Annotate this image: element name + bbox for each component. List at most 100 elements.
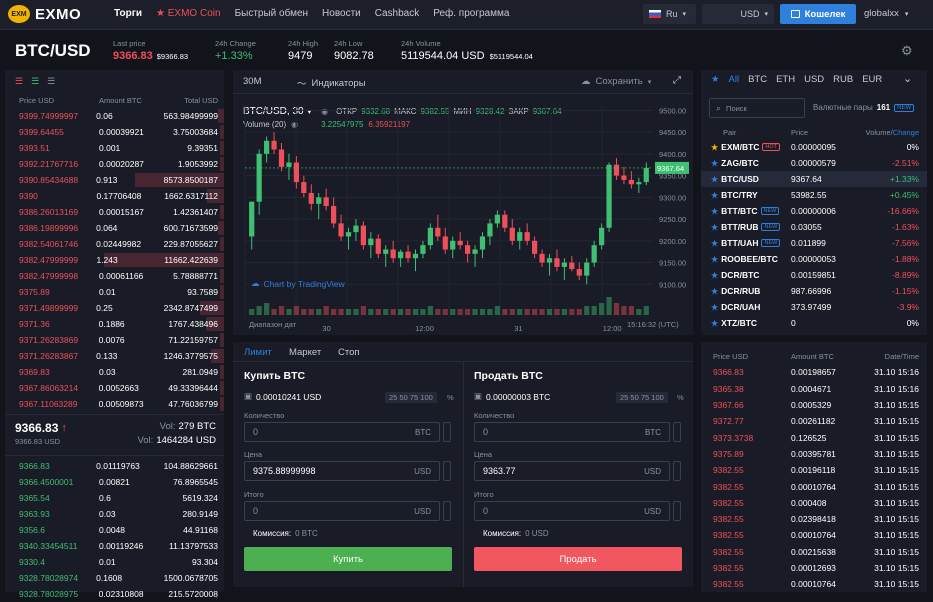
lang-select[interactable]: Ru ▾ [643,4,696,24]
sell-button[interactable]: Продать [474,547,682,571]
ask-row[interactable]: 9390.85434688 0.913 8573.8500187 [5,172,224,188]
pair-row[interactable]: ★ DCR/BTC 0.00159851 -8.89% [701,267,927,283]
user-menu[interactable]: globalxx ▾ [864,8,908,19]
orderbook-buy-icon[interactable]: ☰ [47,76,55,87]
ask-row[interactable]: 9382.54061746 0.02449982 229.87055627 [5,236,224,252]
nav-quick-exchange[interactable]: Быстрый обмен [235,8,308,19]
tab-market[interactable]: Маркет [289,347,321,358]
favorite-star-icon[interactable]: ★ [711,223,718,232]
pair-row[interactable]: ★ ZAG/BTC 0.00000579 -2.51% [701,155,927,171]
logo[interactable]: EXM EXMO [8,5,81,23]
favorite-star-icon[interactable]: ★ [711,303,718,312]
nav-referral[interactable]: Реф. программа [433,8,509,19]
bid-row[interactable]: 9340.33454511 0.00119246 11.13797533 [5,538,224,554]
tab-stop[interactable]: Стоп [338,347,360,358]
favorite-star-icon[interactable]: ★ [711,175,718,184]
ask-row[interactable]: 9367.86063214 0.0052663 49.33396444 [5,380,224,396]
tradingview-attribution[interactable]: ☁ Chart by TradingView [251,278,345,289]
bid-row[interactable]: 9366.4500001 0.00821 76.8965545 [5,474,224,490]
nav-cashback[interactable]: Cashback [375,8,419,19]
favorite-star-icon[interactable]: ★ [711,239,718,248]
ask-row[interactable]: 9386.19899996 0.064 600.71673599 [5,220,224,236]
ask-row[interactable]: 9369.83 0.03 281.0949 [5,364,224,380]
sell-price-input[interactable]: 9363.77 USD [474,461,670,481]
hot-star-icon[interactable]: ★ [711,143,718,152]
col-change[interactable]: Change [893,128,919,137]
buy-price-stepper[interactable] [443,461,451,481]
sell-total-input[interactable]: 0 USD [474,501,670,521]
ask-row[interactable]: 9367.11063289 0.00509873 47.76036799 [5,396,224,412]
buy-qty-stepper[interactable] [443,422,451,442]
favorite-star-icon[interactable]: ★ [711,271,718,280]
ask-row[interactable]: 9375.89 0.01 93.7589 [5,284,224,300]
bid-row[interactable]: 9330.4 0.01 93.304 [5,554,224,570]
fullscreen-icon[interactable]: ⤢ [673,75,681,86]
favorite-star-icon[interactable]: ★ [711,159,718,168]
sell-percent-buttons[interactable]: 25 50 75 100 [616,392,668,403]
indicators-button[interactable]: 〜 Индикаторы [297,76,366,91]
save-button[interactable]: ☁ Сохранить ▾ [581,76,651,87]
tab-all[interactable]: All [729,74,740,85]
buy-total-input[interactable]: 0 USD [244,501,440,521]
candlestick-chart[interactable]: 9500.009450.009400.009350.009300.009250.… [239,98,689,333]
nav-news[interactable]: Новости [322,8,361,19]
pair-row[interactable]: ★ BTC/TRY 53982.55 +0.45% [701,187,927,203]
pair-row[interactable]: ★ BTC/USD 9367.64 +1.33% [701,171,927,187]
favorite-star-icon[interactable]: ★ [711,191,718,200]
bid-row[interactable]: 9366.83 0.01119763 104.88629661 [5,458,224,474]
sell-price-stepper[interactable] [673,461,681,481]
ask-row[interactable]: 9371.26283869 0.0076 71.22159757 [5,332,224,348]
chevron-down-icon[interactable]: ⌄ [903,72,912,85]
favorite-star-icon[interactable]: ★ [711,255,718,264]
pair-row[interactable]: ★ BTT/UAH NEW 0.011899 -7.56% [701,235,927,251]
ask-row[interactable]: 9371.36 0.1886 1767.438496 [5,316,224,332]
buy-percent-buttons[interactable]: 25 50 75 100 [385,392,437,403]
ask-row[interactable]: 9382.47999998 0.00061166 5.78888771 [5,268,224,284]
sell-qty-input[interactable]: 0 BTC [474,422,670,442]
tab-btc[interactable]: BTC [748,74,767,85]
buy-price-input[interactable]: 9375.88999998 USD [244,461,440,481]
favorite-star-icon[interactable]: ★ [711,319,718,328]
pairs-search[interactable]: ⌕ Поиск [709,98,805,118]
ask-row[interactable]: 9382.47999999 1.243 11662.422639 [5,252,224,268]
pair-row[interactable]: ★ DCR/RUB 987.66996 -1.15% [701,283,927,299]
pair-row[interactable]: ★ DCR/UAH 373.97499 -3.9% [701,299,927,315]
ask-row[interactable]: 9371.49899999 0.25 2342.8747499 [5,300,224,316]
sell-qty-stepper[interactable] [673,422,681,442]
ask-row[interactable]: 9393.51 0.001 9.39351 [5,140,224,156]
date-range-label[interactable]: Диапазон дат [249,320,296,329]
favorites-star-icon[interactable]: ★ [711,74,720,85]
bid-row[interactable]: 9356.6 0.0048 44.91168 [5,522,224,538]
pair-row[interactable]: ★ ROOBEE/BTC 0.00000053 -1.88% [701,251,927,267]
orderbook-sell-icon[interactable]: ☰ [31,76,39,87]
settings-gear-icon[interactable]: ⚙ [901,43,913,59]
buy-button[interactable]: Купить [244,547,452,571]
tab-usd[interactable]: USD [804,74,824,85]
nav-exmo-coin[interactable]: ★ EXMO Coin [156,8,221,19]
ask-row[interactable]: 9399.74999997 0.06 563.98499999 [5,108,224,124]
tab-eur[interactable]: EUR [862,74,882,85]
new-badge[interactable]: NEW [894,103,915,112]
wallet-button[interactable]: Кошелек [780,4,856,24]
pair-row[interactable]: ★ BTT/BTC NEW 0.00000006 -16.66% [701,203,927,219]
tab-rub[interactable]: RUB [833,74,853,85]
ask-row[interactable]: 9399.64455 0.00039921 3.75003684 [5,124,224,140]
bid-row[interactable]: 9363.93 0.03 280.9149 [5,506,224,522]
pair-row[interactable]: ★ EXM/BTC HOT 0.00000095 0% [701,139,927,155]
favorite-star-icon[interactable]: ★ [711,287,718,296]
tab-limit[interactable]: Лимит [244,347,272,358]
buy-qty-input[interactable]: 0 BTC [244,422,440,442]
pair-row[interactable]: ★ BTT/RUB NEW 0.03055 -1.63% [701,219,927,235]
sell-total-stepper[interactable] [673,501,681,521]
bid-row[interactable]: 9328.78028975 0.02310808 215.5720008 [5,586,224,602]
ask-row[interactable]: 9386.26013169 0.00015167 1.42361407 [5,204,224,220]
buy-total-stepper[interactable] [443,501,451,521]
ask-row[interactable]: 9392.21767716 0.00020287 1.9053992 [5,156,224,172]
orderbook-both-icon[interactable]: ☰ [15,76,23,87]
tab-eth[interactable]: ETH [776,74,795,85]
ask-row[interactable]: 9371.26283867 0.133 1246.3779575 [5,348,224,364]
nav-trade[interactable]: Торги [114,8,142,19]
timeframe-button[interactable]: 30M [243,76,261,87]
col-volume[interactable]: Volume/ [866,128,893,137]
bid-row[interactable]: 9328.78028974 0.1608 1500.0678705 [5,570,224,586]
